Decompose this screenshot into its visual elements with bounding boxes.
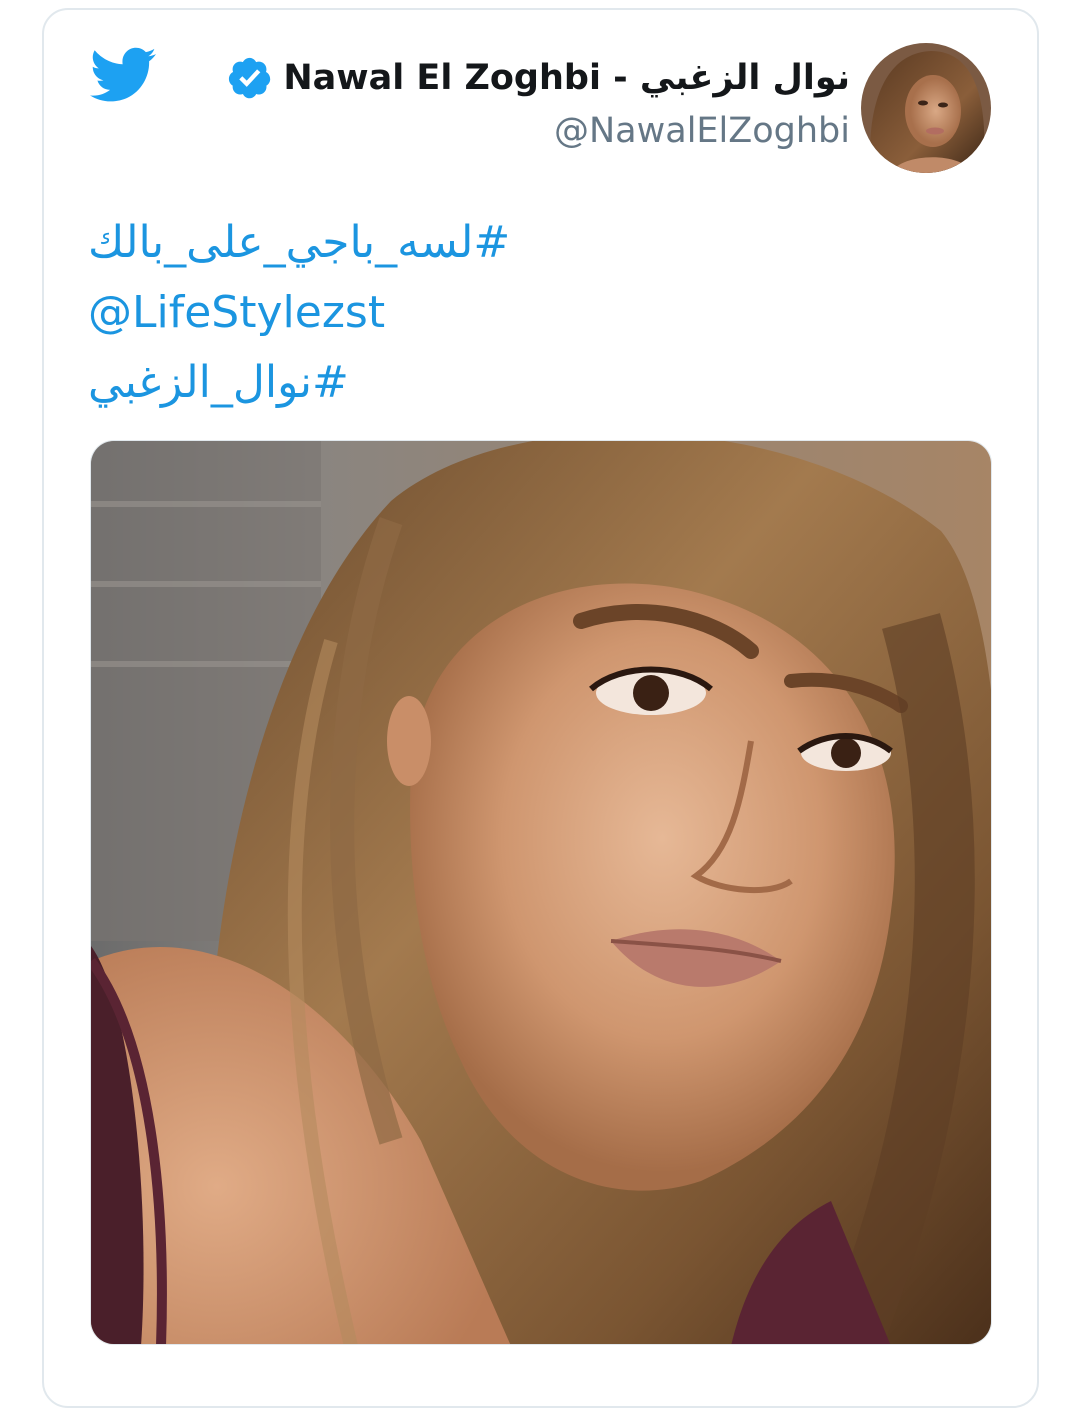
avatar[interactable] bbox=[861, 43, 991, 173]
hashtag-link[interactable]: #لسه_باجي_على_بالك bbox=[88, 208, 510, 278]
tweet-text: #لسه_باجي_على_بالك @LifeStylezst #نوال_ا… bbox=[88, 208, 510, 418]
name-row: Nawal El Zoghbi - نوال الزغبي bbox=[227, 55, 850, 101]
verified-badge-icon bbox=[229, 57, 271, 99]
hashtag-link[interactable]: #نوال_الزغبي bbox=[88, 348, 510, 418]
user-handle[interactable]: @NawalElZoghbi bbox=[227, 111, 850, 151]
mention-link[interactable]: @LifeStylezst bbox=[88, 278, 510, 348]
display-name[interactable]: Nawal El Zoghbi - نوال الزغبي bbox=[283, 58, 850, 98]
twitter-bird-icon[interactable] bbox=[90, 46, 156, 104]
tweet-header: Nawal El Zoghbi - نوال الزغبي @NawalElZo… bbox=[227, 55, 850, 151]
tweet-photo[interactable] bbox=[90, 440, 992, 1345]
